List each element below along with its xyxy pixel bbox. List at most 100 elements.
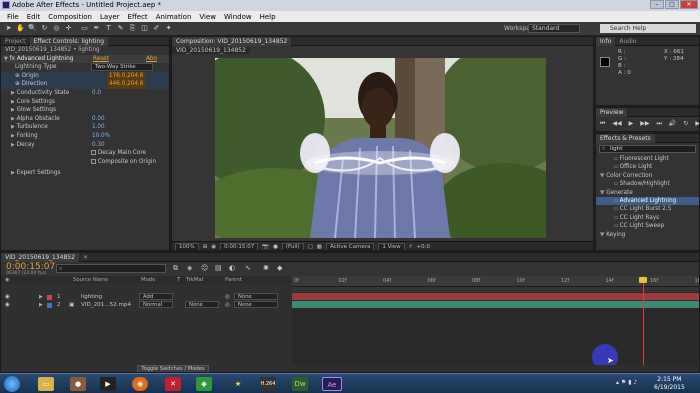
composition-viewer[interactable]: [215, 58, 546, 238]
pen-tool-icon[interactable]: ✒: [92, 24, 101, 33]
fx-icon[interactable]: fx: [10, 56, 15, 62]
toggle-switches-modes-button[interactable]: Toggle Switches / Modes: [137, 365, 209, 372]
visibility-eye-icon[interactable]: ◉: [5, 301, 10, 309]
app-icon-star[interactable]: ★: [230, 377, 246, 391]
puppet-tool-icon[interactable]: ✦: [164, 24, 173, 33]
layer-name[interactable]: lighting: [81, 293, 102, 301]
expand-triangle-icon[interactable]: ▶: [11, 90, 15, 96]
minimize-button[interactable]: –: [650, 0, 664, 9]
camera-snapshot-icon[interactable]: 📷: [262, 244, 269, 250]
effects-list-item[interactable]: ▫ CC Light Rays: [596, 214, 699, 222]
expand-triangle-icon[interactable]: ▶: [39, 293, 43, 301]
maximize-button[interactable]: □: [665, 0, 679, 9]
origin-value[interactable]: 176.0,204.6: [107, 71, 146, 81]
parent-pickwhip-icon[interactable]: ◎: [225, 301, 230, 309]
expand-triangle-icon[interactable]: ▶: [11, 133, 15, 139]
effects-list-item[interactable]: ▫ CC Light Sweep: [596, 222, 699, 230]
col-mode[interactable]: Mode: [141, 277, 155, 283]
transparency-grid-icon[interactable]: ▦: [317, 244, 322, 250]
tab-effects-presets[interactable]: Effects & Presets: [596, 134, 655, 143]
first-frame-icon[interactable]: ⏮: [600, 120, 605, 128]
tab-preview[interactable]: Preview: [596, 108, 628, 117]
zoom-select[interactable]: 100%: [175, 242, 199, 250]
frame-blending-icon[interactable]: ▤: [215, 264, 222, 272]
after-effects-taskbar-icon[interactable]: Ae: [322, 377, 342, 391]
file-explorer-icon[interactable]: ▭: [38, 377, 54, 391]
layer-mode-select[interactable]: Normal: [139, 301, 173, 308]
effects-list-item[interactable]: ▼ Generate: [596, 189, 699, 197]
snapshot-icon[interactable]: ◉: [211, 244, 216, 250]
comp-mini-flowchart-icon[interactable]: ⧉: [173, 264, 178, 273]
play-icon[interactable]: ▶: [629, 120, 634, 128]
decay-value[interactable]: 0.30: [92, 141, 105, 150]
col-t[interactable]: T: [177, 277, 180, 283]
expand-triangle-icon[interactable]: ▶: [39, 301, 43, 309]
zoom-tool-icon[interactable]: 🔍: [28, 24, 37, 33]
expand-triangle-icon[interactable]: ▶: [11, 116, 15, 122]
layer-bar-2[interactable]: [292, 301, 699, 308]
menu-composition[interactable]: Composition: [44, 13, 96, 21]
layer-mode-select[interactable]: Add: [139, 293, 173, 300]
tab-project[interactable]: Project: [1, 38, 30, 45]
composition-subtab[interactable]: VID_20150619_134852: [172, 47, 250, 54]
current-time-indicator[interactable]: [643, 276, 644, 372]
menu-help[interactable]: Help: [256, 13, 280, 21]
playhead-handle[interactable]: [639, 277, 647, 283]
graph-editor-icon[interactable]: ∿: [245, 264, 251, 272]
layer-name[interactable]: VID_201...52.mp4: [81, 301, 131, 309]
col-source-name[interactable]: Source Name: [73, 277, 109, 283]
roto-brush-tool-icon[interactable]: ✐: [152, 24, 161, 33]
reset-link[interactable]: Reset: [93, 55, 109, 64]
layer-parent-select[interactable]: None: [234, 301, 278, 308]
loop-icon[interactable]: ↻: [683, 120, 688, 128]
previous-frame-icon[interactable]: ◀◀: [612, 120, 621, 128]
layer-trkmat-select[interactable]: None: [185, 301, 219, 308]
last-frame-icon[interactable]: ⏭: [657, 120, 662, 128]
parent-pickwhip-icon[interactable]: ◎: [225, 293, 230, 301]
menu-animation[interactable]: Animation: [152, 13, 196, 21]
effects-list-item[interactable]: ▼ Color Correction: [596, 172, 699, 180]
menu-view[interactable]: View: [195, 13, 220, 21]
views-select[interactable]: 1 View: [378, 242, 405, 250]
hand-tool-icon[interactable]: ✋: [16, 24, 25, 33]
motion-blur-icon[interactable]: ◐: [229, 264, 235, 272]
turbulence-value[interactable]: 1.00: [92, 123, 105, 132]
row-glow-settings[interactable]: ▶ Glow Settings: [1, 106, 169, 115]
h264-app-icon[interactable]: H.264: [260, 377, 276, 391]
composite-on-origin-checkbox[interactable]: [91, 158, 96, 164]
effects-list-item[interactable]: ▫ CC Light Burst 2.5: [596, 205, 699, 213]
expand-triangle-icon[interactable]: ▶: [11, 107, 15, 113]
col-parent[interactable]: Parent: [225, 277, 242, 283]
workspace-select[interactable]: Standard: [528, 24, 580, 33]
conductivity-value[interactable]: 0.0: [92, 89, 101, 98]
layer-row-2[interactable]: ◉ ▶ 2 ▣ VID_201...52.mp4 Normal None ◎ N…: [1, 301, 292, 309]
decay-main-core-checkbox[interactable]: [91, 150, 96, 156]
timeline-zoom-bar[interactable]: [292, 365, 699, 372]
expand-triangle-icon[interactable]: ▶: [11, 99, 15, 105]
viewer-timecode[interactable]: 0:00:15:07: [220, 242, 259, 250]
menu-layer[interactable]: Layer: [96, 13, 124, 21]
layer-color-label[interactable]: [47, 295, 52, 300]
exposure-value[interactable]: +0.0: [417, 244, 430, 250]
start-button-icon[interactable]: [4, 376, 20, 392]
type-tool-icon[interactable]: T: [104, 24, 113, 33]
tab-info[interactable]: Info: [596, 37, 616, 46]
expand-triangle-icon[interactable]: ▶: [11, 124, 15, 130]
effects-list-item[interactable]: ▫ Fluorescent Light: [596, 155, 699, 163]
media-player-icon[interactable]: ▶: [100, 377, 116, 391]
tab-timeline[interactable]: VID_20150619_134852: [1, 253, 79, 262]
close-tab-icon[interactable]: ✕: [79, 254, 92, 261]
firefox-icon[interactable]: ◉: [132, 377, 148, 391]
tab-effect-controls[interactable]: Effect Controls: lighting: [29, 37, 109, 46]
effects-list-item[interactable]: ▫ Advanced Lightning: [596, 196, 699, 206]
app-icon-green[interactable]: ◆: [196, 377, 212, 391]
col-trkmat[interactable]: TrkMat: [186, 277, 204, 283]
layer-parent-select[interactable]: None: [234, 293, 278, 300]
expand-triangle-icon[interactable]: ▶: [11, 142, 15, 148]
effect-header-row[interactable]: ▼ fx Advanced Lightning Reset Abo: [1, 54, 169, 64]
timeline-tracks[interactable]: 0f 02f 04f 06f 08f 10f 12f 14f 16f 18f ➤: [292, 276, 699, 372]
ram-preview-icon[interactable]: ▶: [695, 120, 699, 128]
fast-preview-icon[interactable]: ⚡: [409, 244, 413, 250]
selection-tool-icon[interactable]: ➤: [4, 24, 13, 33]
effects-search-input[interactable]: ⌕ light: [599, 145, 696, 153]
